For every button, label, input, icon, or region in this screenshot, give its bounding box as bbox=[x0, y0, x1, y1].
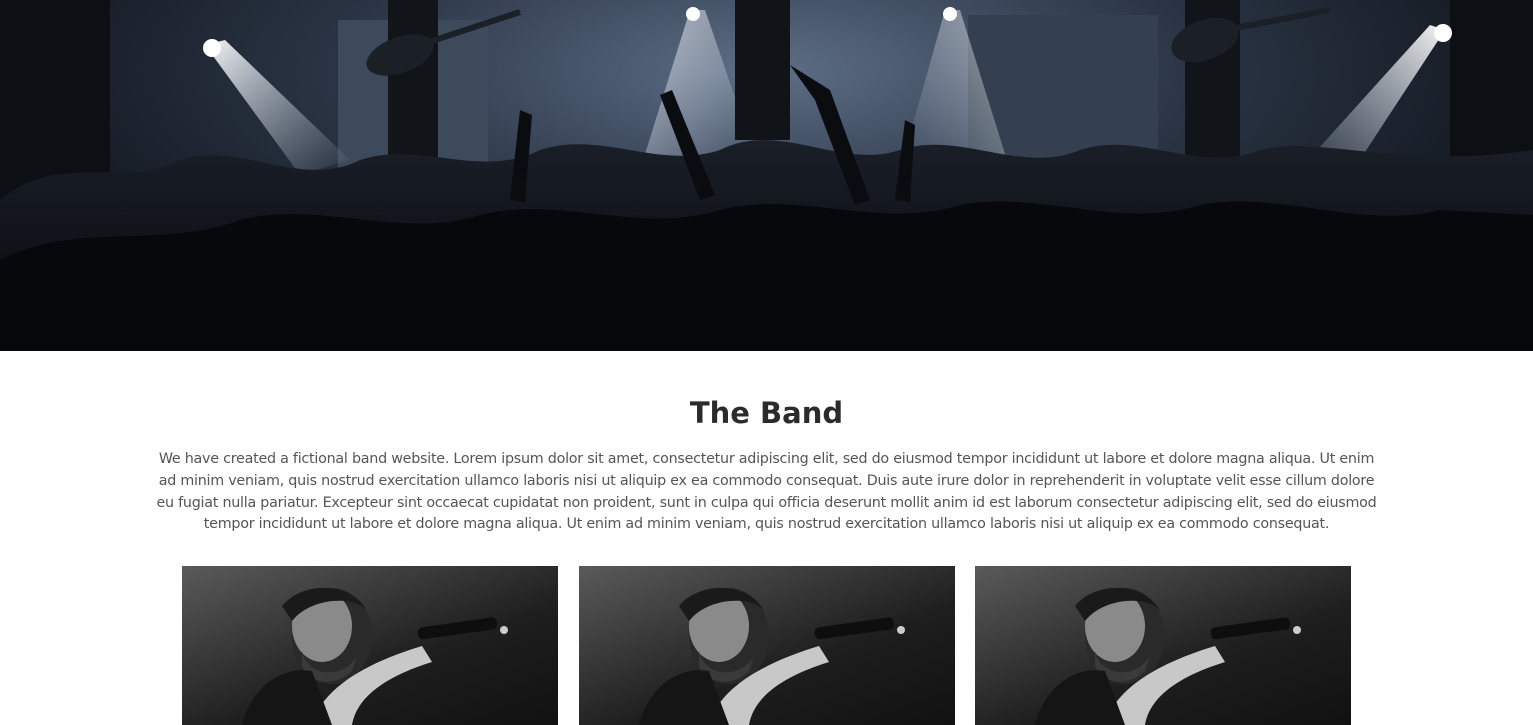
section-title: The Band bbox=[689, 396, 844, 430]
singer-image bbox=[639, 587, 905, 725]
band-description: We have created a fictional band website… bbox=[156, 451, 1377, 533]
band-member-photo[interactable] bbox=[579, 566, 955, 725]
band-gallery bbox=[0, 566, 1533, 725]
concert-scene bbox=[0, 0, 1533, 351]
singer-image bbox=[242, 587, 508, 725]
band-member-photo[interactable] bbox=[975, 566, 1351, 725]
band-section: The Band We have created a fictional ban… bbox=[0, 351, 1533, 536]
hero-image bbox=[0, 0, 1533, 351]
band-member-photo[interactable] bbox=[182, 566, 558, 725]
singer-image bbox=[1035, 587, 1301, 725]
